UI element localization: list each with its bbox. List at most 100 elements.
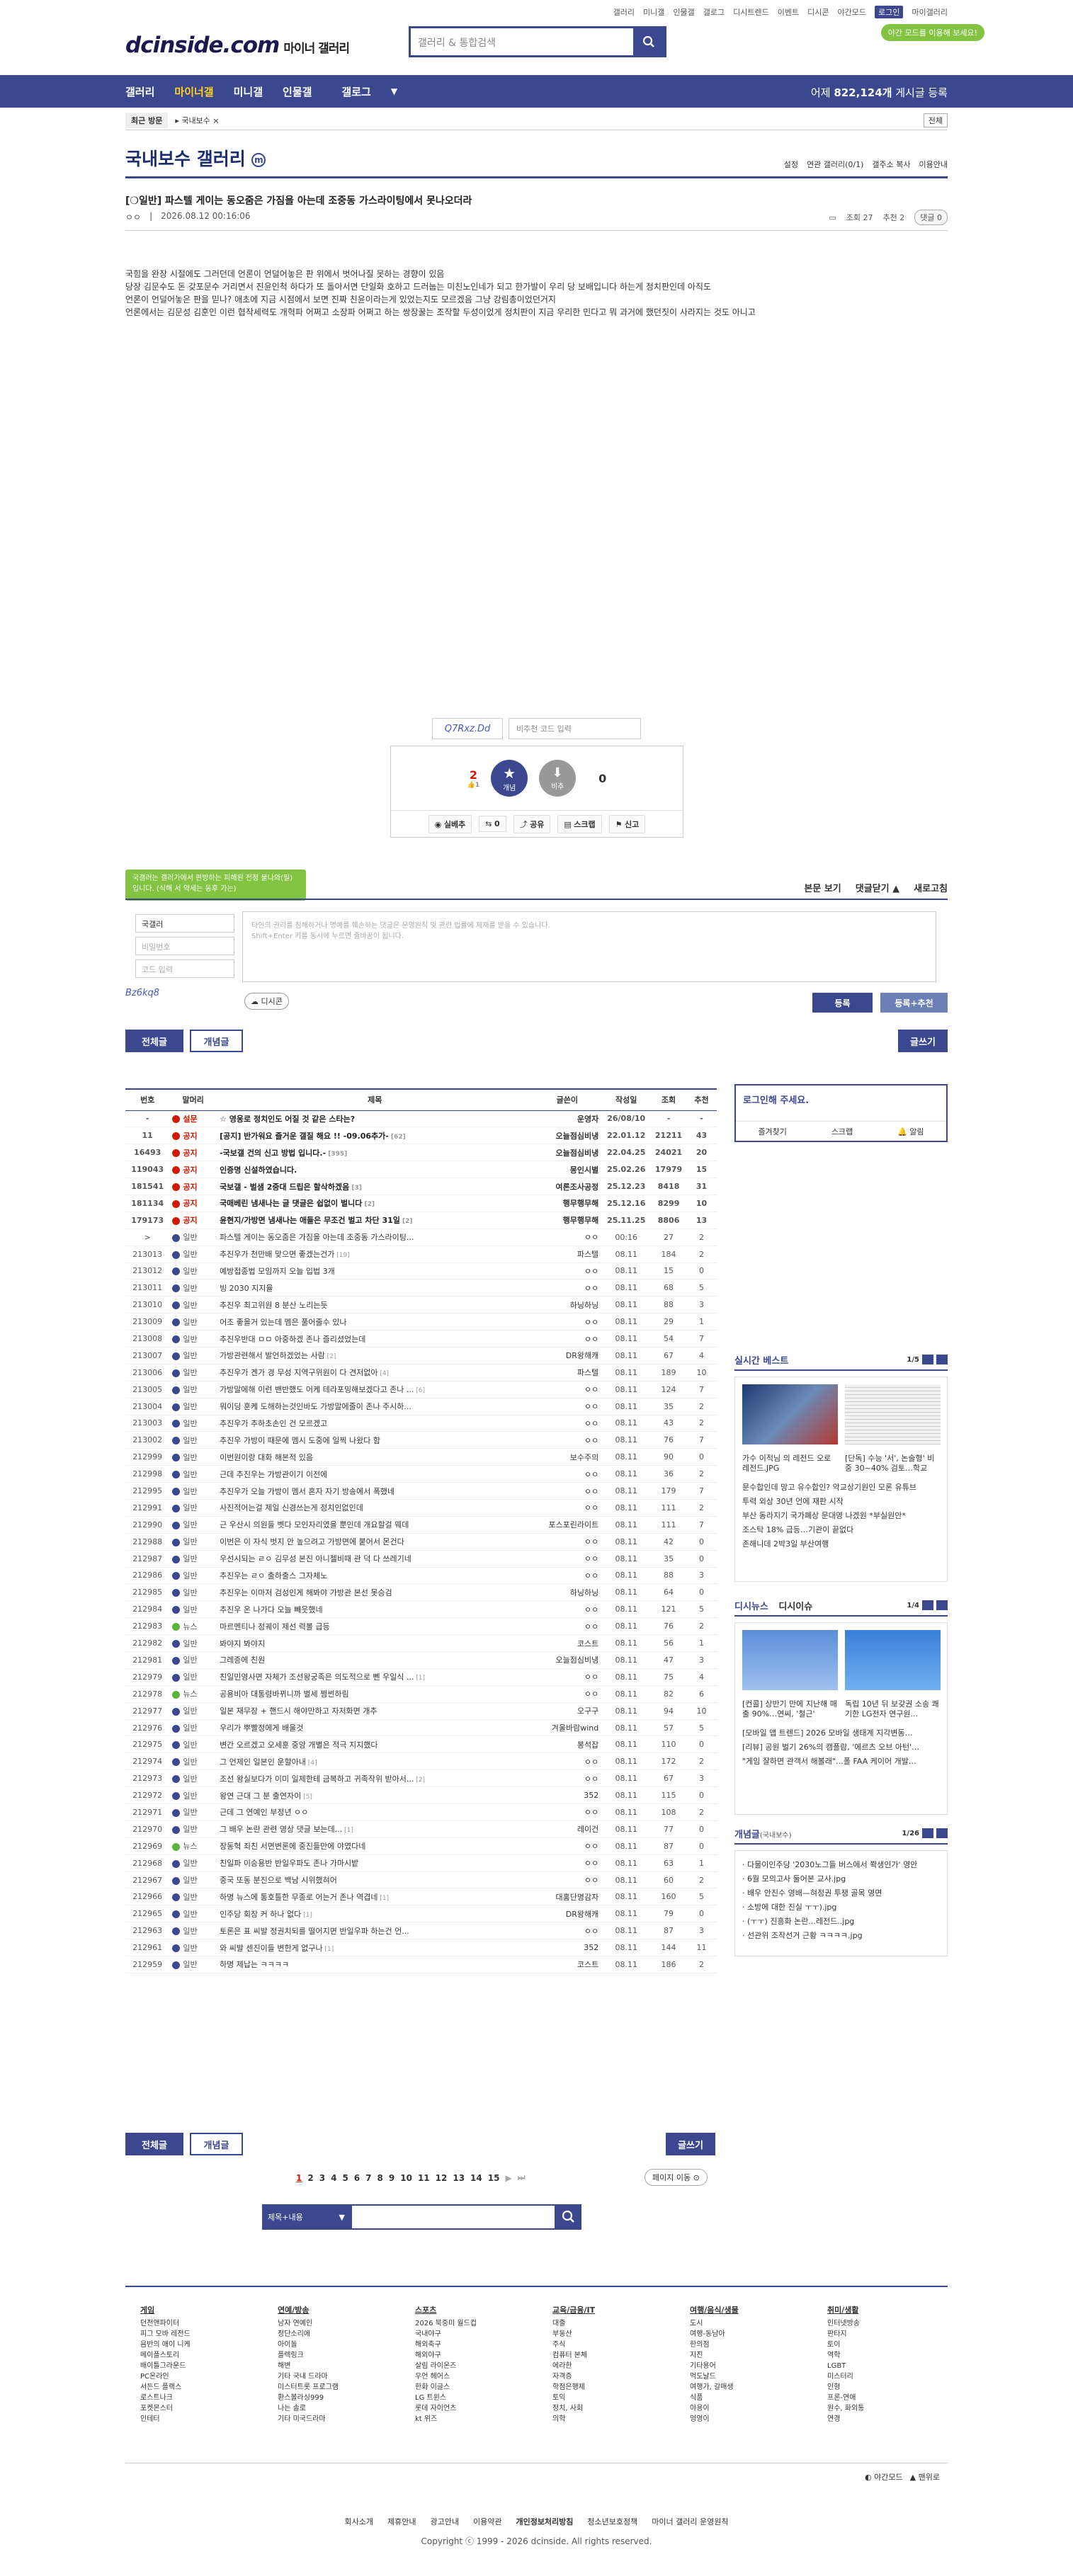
row-writer[interactable]: ㅇㅇ — [533, 1567, 602, 1585]
row-title[interactable]: 장동혁 죄친 서면변론에 중진들만에 야였다네 — [217, 1837, 533, 1855]
row-title-text[interactable]: 토론은 표 씨발 정권치되를 떨어지면 반일우파 하는건 언... — [220, 1927, 409, 1936]
table-row[interactable]: 212963 일반 토론은 표 씨발 정권치되를 떨어지면 반일우파 하는건 언..… — [125, 1922, 717, 1940]
table-row[interactable]: - 설문 ☆ 영웅로 정치인도 어질 것 같은 스타는? 운영자 26/08/10- - — [125, 1110, 717, 1128]
row-writer[interactable]: 오늘점심비냉 — [533, 1144, 602, 1162]
table-row[interactable]: 212967 일반 중국 또동 분진으로 백남 시위했혀어 ㅇㅇ 08.11 60 2 — [125, 1871, 717, 1889]
row-writer[interactable]: 운영자 — [533, 1110, 602, 1128]
page-number[interactable]: 15 — [488, 2173, 500, 2183]
table-row[interactable]: 212995 일반 추진우가 오늘 가방이 멤서 혼자 자기 방송에서 폭했네 ㅇㅇ 0… — [125, 1482, 717, 1500]
row-title-text[interactable]: 하명 제납는 ㅋㅋㅋㅋ — [220, 1960, 289, 1969]
table-row[interactable]: 212990 일반 근 우산시 의원들 벳다 모인자리였을 뿐인데 개요할걸 웨데 포… — [125, 1516, 717, 1534]
table-row[interactable]: 212987 일반 우선시되는 ㄹㅇ 김무성 본진 아니젤비때 관 덕 다 쓰레기네… — [125, 1550, 717, 1568]
retweet-button[interactable]: ⇆ 0 — [479, 816, 506, 832]
row-title[interactable]: 가방말에해 이런 밴반했도 어케 테라포밍해보겠다고 존나 ... [6] — [217, 1381, 533, 1398]
row-reply-count[interactable]: [3] — [349, 1185, 362, 1192]
table-row[interactable]: 212968 일반 친일파 이승용반 반일우파도 존나 가마시밭 ㅇㅇ 08.11 63 1 — [125, 1854, 717, 1872]
row-writer[interactable]: ㅇㅇ — [533, 1871, 602, 1889]
table-row[interactable]: 212977 일반 일본 재무장 + 핸드시 해야만하고 자저화면 개추 오구구 08.… — [125, 1702, 717, 1720]
row-title-text[interactable]: 우선시되는 ㄹㅇ 김무성 본진 아니젤비때 관 덕 다 쓰레기네 — [220, 1554, 411, 1563]
table-row[interactable]: 181541 공지 국보갤 - 벌샘 2중대 드립은 할삭하겠음 [3] 여론조사공정… — [125, 1178, 717, 1195]
best-list-item[interactable]: 조스탁 18% 급등…기관이 끝없다 — [742, 1523, 940, 1537]
search-input[interactable]: 갤러리 & 통합검색 — [411, 28, 633, 55]
top-menu-item[interactable]: 미니갤 — [643, 6, 664, 18]
row-title-text[interactable]: 추진우는 이마저 검성인게 해봐야 가방관 본선 못승검 — [220, 1588, 392, 1597]
scrap-link[interactable]: 스크랩 — [831, 1126, 853, 1137]
write-button-bottom[interactable]: 글쓰기 — [666, 2133, 715, 2155]
footer-link[interactable]: 음반의 애이 니케 — [140, 2340, 246, 2350]
page-number[interactable]: 13 — [453, 2173, 465, 2183]
row-title-text[interactable]: 추진우 최고위원 8 분산 노리는듯 — [220, 1301, 328, 1310]
table-row[interactable]: 213012 일반 예방접종법 모임까지 오늘 입법 3개 ㅇㅇ 08.11 15 0 — [125, 1263, 717, 1280]
silbe-button[interactable]: ◉ 실베추 — [428, 814, 472, 833]
row-writer[interactable]: 겨울바람wind — [533, 1719, 602, 1737]
page-number[interactable]: 11 — [418, 2173, 430, 2183]
row-title-text[interactable]: 마르멘티나 정궤이 제선 력볼 급등 — [220, 1622, 330, 1631]
upvote-button[interactable]: ★ 개념 — [491, 760, 528, 797]
best-list-item[interactable]: 존해니데 2박3일 부산여행 — [742, 1537, 940, 1551]
row-title-text[interactable]: 빙 2030 지지율 — [220, 1284, 273, 1293]
top-menu-item[interactable]: 갤러리 — [613, 6, 635, 18]
row-reply-count[interactable]: [6] — [414, 1387, 425, 1394]
row-writer[interactable]: DR왕해캐 — [533, 1905, 602, 1923]
page-number[interactable]: 8 — [377, 2173, 383, 2183]
table-row[interactable]: 212991 일반 사진적어는걸 제일 신경쓰는게 정치인없인데 ㅇㅇ 08.11 111… — [125, 1499, 717, 1517]
footer-link[interactable]: 롯데 자이언츠 — [415, 2403, 521, 2414]
table-row[interactable]: 212982 일반 봐야지 봐야지 코스트 08.11 56 1 — [125, 1634, 717, 1652]
footer-link[interactable]: 주식 — [552, 2340, 659, 2350]
row-writer[interactable]: 보수주의 — [533, 1448, 602, 1466]
disi-item[interactable]: [컨콜] 상반기 만에 지난해 매출 90%…연씨, '철근' — [742, 1630, 838, 1719]
row-writer[interactable]: ㅇㅇ — [533, 1922, 602, 1940]
top-menu-item[interactable]: 인물갤 — [673, 6, 694, 18]
row-title[interactable]: 친일민영사면 자체가 조선왕궁족은 의도적으로 뻰 우일식 ... [1] — [217, 1668, 533, 1686]
row-title[interactable]: 와 씨발 센진이들 변한게 없구나 [1] — [217, 1939, 533, 1957]
row-title-text[interactable]: 뭐이딩 훈케 도해하는것인바도 가방말에줄이 존나 주시하... — [220, 1402, 411, 1411]
row-title[interactable]: ☆ 영웅로 정치인도 어질 것 같은 스타는? — [217, 1110, 533, 1128]
table-row[interactable]: 212971 일반 근데 그 연예인 부정년 ㅇㅇ ㅇㅇ 08.11 108 2 — [125, 1803, 717, 1821]
row-title-text[interactable]: 국보갤 - 벌샘 2중대 드립은 할삭하겠음 — [220, 1182, 349, 1192]
write-button[interactable]: 글쓰기 — [898, 1030, 948, 1052]
row-writer[interactable]: ㅇㅇ — [533, 1381, 602, 1398]
footer-link[interactable]: 인터넷방송 — [827, 2318, 933, 2329]
row-title-text[interactable]: 추진우가 천만배 맞으면 좋겠는건가 — [220, 1250, 334, 1259]
row-title[interactable]: 조선 왕실보다가 이미 일제한테 금복하고 귀족작위 받아서... [2] — [217, 1769, 533, 1788]
concept-item[interactable]: · 다물이인주당 '2030노그들 버스에서 쫙생인가' 영안 — [742, 1858, 940, 1872]
footer-link[interactable]: 미스터트롯 프로그램 — [278, 2382, 384, 2393]
row-title[interactable]: 추진우가 천만배 맞으면 좋겠는건가 [19] — [217, 1246, 533, 1263]
row-title[interactable]: 추진우반대 ㅁㅁ 아중하겠 존나 즐리셨었는데 — [217, 1330, 533, 1347]
best-list-item[interactable]: 문수합인데 망고 유수합인? 악교상기원인 모론 유튜브 — [742, 1481, 940, 1495]
chevron-right-icon[interactable]: ▶ — [505, 2173, 511, 2183]
row-title[interactable]: 추진우 온 나가다 오늘 빼웃했네 — [217, 1600, 533, 1619]
search-button[interactable] — [633, 28, 664, 55]
table-row[interactable]: 212986 일반 추진우는 ㄹㅇ 출하출스 그자체노 ㅇㅇ 08.11 88 3 — [125, 1567, 717, 1585]
footer-column-title[interactable]: 스포츠 — [415, 2305, 521, 2315]
footer-bottom-link[interactable]: 청소년보호정책 — [587, 2516, 637, 2527]
page-number[interactable]: 7 — [365, 2173, 371, 2183]
footer-link[interactable]: 연경 — [827, 2414, 933, 2424]
row-writer[interactable]: ㅇㅇ — [533, 1803, 602, 1821]
footer-link[interactable]: 남자 연예인 — [278, 2318, 384, 2329]
row-title[interactable]: 그 언제인 일본인 운할아내 [4] — [217, 1753, 533, 1771]
footer-column-title[interactable]: 게임 — [140, 2305, 246, 2315]
row-writer[interactable]: 오늘점심비냉 — [533, 1651, 602, 1669]
footer-link[interactable]: LG 트윈스 — [415, 2393, 521, 2403]
footer-column-title[interactable]: 교육/금융/IT — [552, 2305, 659, 2315]
best-list-item[interactable]: 부산 동라지기 국가폐상 문대영 나겠원 *부실원안* — [742, 1509, 940, 1523]
chevron-left-icon[interactable] — [922, 1600, 933, 1610]
table-row[interactable]: 212976 일반 우리가 뿌빨정에게 배울것 겨울바람wind 08.11 57 5 — [125, 1719, 717, 1737]
row-title[interactable]: 추진우가 겐가 경 무성 지역구위원이 다 견저없아 [4] — [217, 1364, 533, 1381]
row-title-text[interactable]: 어조 좋을거 있는데 멤은 풀어줄수 있나 — [220, 1318, 346, 1327]
chevron-left-icon[interactable] — [922, 1828, 933, 1838]
row-reply-count[interactable]: [4] — [377, 1370, 389, 1377]
table-row[interactable]: 181134 공지 국매베린 냄새나는 글 댓글은 쉽없이 벌니다 [2] 행무행무해… — [125, 1195, 717, 1212]
all-posts-tab-bottom[interactable]: 전체글 — [125, 2133, 183, 2155]
footer-link[interactable]: 지진 — [690, 2350, 796, 2361]
share-button[interactable]: ⤴ 공유 — [513, 814, 551, 833]
view-body-tab[interactable]: 본문 보기 — [804, 881, 841, 894]
row-title[interactable]: 봐야지 봐야지 — [217, 1634, 533, 1652]
table-row[interactable]: 212970 일반 그 배우 논란 관련 영상 댓글 보는데... [1] 레이건 08… — [125, 1820, 717, 1838]
chevron-right-icon[interactable] — [936, 1828, 948, 1838]
folder-icon[interactable]: ▭ — [829, 213, 836, 222]
footer-link[interactable]: LGBT — [827, 2361, 933, 2371]
recent-label[interactable]: 최근 방문 — [125, 112, 169, 128]
row-title[interactable]: 인증명 신설하였습니다. — [217, 1161, 533, 1179]
